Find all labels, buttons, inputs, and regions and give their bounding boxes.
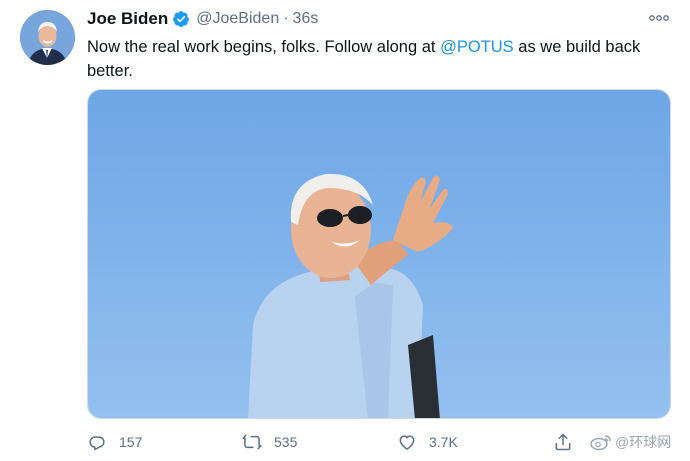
tweet-actions: 157 535 3.7K	[87, 430, 677, 454]
share-icon	[555, 433, 571, 451]
mention-link[interactable]: @POTUS	[440, 38, 514, 56]
retweet-count: 535	[274, 434, 298, 450]
retweet-button[interactable]: 535	[242, 430, 297, 454]
like-button[interactable]: 3.7K	[397, 430, 458, 454]
watermark: @环球网	[590, 430, 671, 454]
reply-icon	[89, 436, 105, 451]
photo-man-waving	[88, 90, 670, 418]
more-options-icon[interactable]	[648, 10, 670, 26]
reply-count: 157	[119, 434, 143, 450]
watermark-text: @环球网	[615, 434, 672, 450]
like-count: 3.7K	[429, 434, 458, 450]
tweet-text-start: Now the real work begins, folks. Follow …	[87, 38, 441, 56]
avatar-image	[20, 10, 75, 65]
share-button[interactable]	[553, 430, 585, 454]
tweet-photo[interactable]	[87, 89, 671, 419]
tweet-header: Joe Biden @JoeBiden · 36s	[87, 8, 318, 30]
like-icon	[399, 435, 415, 450]
tweet-text: Now the real work begins, folks. Follow …	[87, 35, 667, 83]
author-handle[interactable]: @JoeBiden	[196, 10, 279, 28]
weibo-icon	[590, 435, 611, 451]
reply-button[interactable]: 157	[87, 430, 142, 454]
avatar[interactable]	[20, 10, 75, 65]
tweet-timestamp[interactable]: 36s	[293, 10, 319, 28]
author-name[interactable]: Joe Biden	[87, 9, 168, 29]
verified-badge-icon	[173, 11, 190, 28]
tweet-card[interactable]: Joe Biden @JoeBiden · 36s Now the real w…	[0, 0, 690, 461]
retweet-icon	[242, 434, 262, 450]
separator-dot: ·	[283, 10, 289, 27]
